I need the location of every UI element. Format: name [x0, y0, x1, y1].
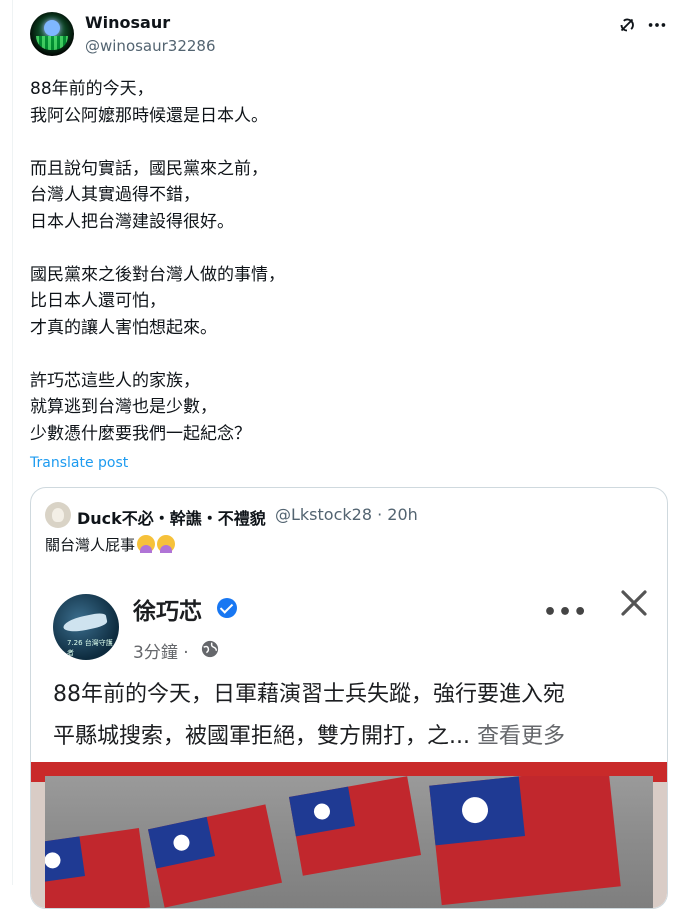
close-icon [621, 590, 647, 616]
post-text: 88年前的今天， 我阿公阿嬤那時候還是日本人。 而且說句實話，國民黨來之前， 台… [30, 79, 285, 444]
author-name[interactable]: Winosaur [85, 13, 170, 32]
flags-photo [45, 776, 653, 908]
quoted-author-handle-time[interactable]: @Lkstock28 · 20h [275, 505, 418, 524]
grok-icon[interactable] [616, 14, 638, 36]
quoted-text-content: 關台灣人屁事 [45, 536, 136, 554]
quoted-author-name[interactable]: Duck不必・幹譙・不禮貌 [77, 505, 266, 529]
flag-graphic [45, 828, 150, 908]
embedded-author-name: 徐巧芯 [133, 599, 202, 625]
embedded-screenshot[interactable]: 7.26 台灣守護者 徐巧芯 3分鐘 · ••• 88年前的今天，日軍藉演習士兵… [31, 572, 667, 908]
see-more-link: 查看更多 [476, 724, 565, 749]
embedded-post-text: 88年前的今天，日軍藉演習士兵失蹤，強行要進入宛 平縣城搜索，被國軍拒絕，雙方開… [53, 674, 653, 758]
more-options-icon: ••• [543, 600, 589, 625]
person-emoji-icon [157, 535, 176, 553]
embedded-photo-area [31, 762, 667, 908]
avatar-stripes-graphic [36, 36, 68, 50]
author-avatar[interactable] [30, 12, 74, 56]
quoted-post[interactable]: Duck不必・幹譙・不禮貌 @Lkstock28 · 20h 關台灣人屁事 7.… [30, 487, 668, 909]
flag-graphic [288, 776, 422, 876]
globe-icon [201, 640, 219, 658]
embedded-post-time: 3分鐘 · [133, 643, 189, 663]
quoted-text: 關台灣人屁事 [45, 534, 176, 555]
verified-badge-icon [217, 598, 237, 618]
avatar-bird-graphic [44, 20, 60, 36]
person-emoji-icon [137, 535, 156, 553]
embedded-avatar: 7.26 台灣守護者 [53, 594, 119, 660]
quoted-author-avatar[interactable] [45, 502, 71, 528]
embedded-avatar-caption: 7.26 台灣守護者 [67, 639, 113, 657]
author-handle[interactable]: @winosaur32286 [85, 37, 216, 55]
translate-post-link[interactable]: Translate post [30, 455, 128, 471]
more-icon[interactable] [646, 14, 668, 36]
flag-graphic [147, 804, 283, 908]
post-container: Winosaur @winosaur32286 88年前的今天， 我阿公阿嬤那時… [0, 0, 685, 909]
flag-graphic [429, 776, 621, 906]
divider [12, 0, 13, 885]
fish-graphic [62, 611, 108, 635]
